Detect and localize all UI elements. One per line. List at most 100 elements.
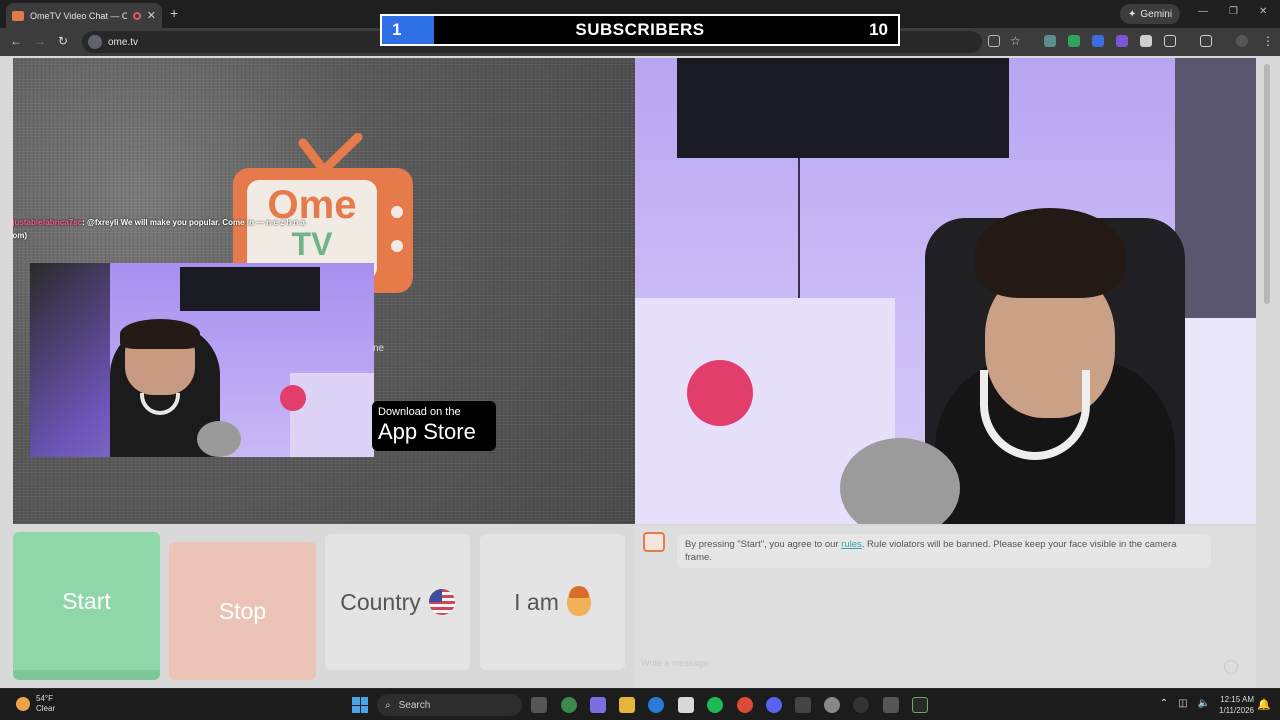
clock-time: 12:15 AM <box>1220 695 1254 704</box>
windows-taskbar: 54°F Clear ⌕ Search ⌃ ◫ 🔈 12:15 AM 1/11/… <box>0 688 1280 720</box>
app-icon[interactable] <box>883 697 899 713</box>
stream-chat-overlay: adjustablefabrica7sc: @fxreyli We will m… <box>13 216 323 242</box>
minimize-button[interactable]: — <box>1198 6 1208 17</box>
tab-close-button[interactable]: ✕ <box>147 9 156 22</box>
profile-avatar-icon[interactable] <box>1236 35 1248 47</box>
discord-icon[interactable] <box>766 697 782 713</box>
new-tab-button[interactable]: + <box>170 5 178 21</box>
stop-button[interactable]: Stop <box>169 542 316 680</box>
browser-tab[interactable]: OmeTV Video Chat — Ome ✕ <box>6 3 162 28</box>
rules-link[interactable]: rules <box>841 539 862 550</box>
side-panel-icon[interactable] <box>1200 35 1212 47</box>
capcut-icon[interactable] <box>795 697 811 713</box>
reload-icon[interactable]: ↻ <box>58 34 68 48</box>
own-camera-pane <box>635 58 1256 524</box>
subscriber-goal: 10 <box>869 20 888 39</box>
emoji-picker-icon[interactable] <box>1224 660 1238 674</box>
start-label: Start <box>62 587 111 614</box>
system-tray: ⌃ ◫ 🔈 <box>1160 698 1210 709</box>
pip-hair <box>120 319 200 349</box>
iam-label: I am <box>514 588 559 615</box>
notice-prefix: By pressing "Start", you agree to our <box>685 539 842 550</box>
tv-cable <box>798 158 800 308</box>
chevron-up-icon[interactable]: ⌃ <box>1160 698 1168 709</box>
message-input[interactable]: Write a message <box>641 658 1241 676</box>
tv-knob-icon <box>391 206 403 218</box>
edge-icon[interactable] <box>648 697 664 713</box>
window-close-button[interactable]: ✕ <box>1259 6 1267 17</box>
menu-kebab-icon[interactable]: ⋮ <box>1262 34 1274 48</box>
url-text: ome.tv <box>108 36 139 48</box>
site-info-icon[interactable] <box>88 35 102 49</box>
restore-button[interactable]: ❐ <box>1229 6 1238 17</box>
terminal-icon[interactable] <box>912 697 928 713</box>
gemini-button[interactable]: ✦ Gemini <box>1120 4 1181 24</box>
forward-arrow-icon[interactable]: → <box>34 34 46 48</box>
tv-knob-icon <box>391 240 403 252</box>
ometv-avatar-icon <box>643 532 665 552</box>
sparkle-icon: ✦ <box>1128 8 1137 20</box>
tv-antenna-icon <box>298 133 363 173</box>
temperature: 54°F <box>36 694 53 703</box>
copilot-icon[interactable] <box>590 697 606 713</box>
notification-bell-icon[interactable]: 🔔 <box>1257 698 1271 711</box>
app-store-badge[interactable]: Download on the App Store <box>372 401 496 451</box>
person-hair <box>975 208 1125 298</box>
country-selector[interactable]: Country <box>325 534 470 670</box>
chat-username: adjustablefabrica7sc <box>13 218 83 227</box>
extensions-puzzle-icon[interactable] <box>1164 35 1176 47</box>
extension-purple-icon[interactable] <box>1116 35 1128 47</box>
start-button[interactable]: Start <box>13 532 160 680</box>
scrollbar-thumb[interactable] <box>1264 64 1270 304</box>
network-icon[interactable]: ◫ <box>1178 698 1187 709</box>
search-icon: ⌕ <box>385 699 391 711</box>
appstore-small-text: Download on the <box>378 406 461 418</box>
person-emoji-icon <box>566 586 591 616</box>
extension-translate-icon[interactable] <box>1044 35 1056 47</box>
pink-ball <box>687 360 753 426</box>
pip-wall-tv <box>180 267 320 311</box>
partial-text: ne <box>373 343 385 354</box>
bookmark-star-icon[interactable]: ☆ <box>1010 34 1021 48</box>
clock-date: 1/11/2026 <box>1219 706 1254 715</box>
chat-panel: By pressing "Start", you agree to our ru… <box>635 526 1256 688</box>
streamer-webcam-pip <box>30 263 374 457</box>
speaker-icon[interactable]: 🔈 <box>1198 698 1210 709</box>
chat-controls: Start Stop Country I am <box>13 532 635 688</box>
gender-selector[interactable]: I am <box>480 534 625 670</box>
system-notice: By pressing "Start", you agree to our ru… <box>677 534 1211 568</box>
subscriber-goal-bar: 1 SUBSCRIBERS 10 <box>380 14 900 46</box>
page-scrollbar[interactable] <box>1256 56 1280 688</box>
spotify-icon[interactable] <box>707 697 723 713</box>
weather-condition: Clear <box>36 704 56 713</box>
file-explorer-icon[interactable] <box>619 697 635 713</box>
extension-blue-icon[interactable] <box>1092 35 1104 47</box>
extension-shield-icon[interactable] <box>1068 35 1080 47</box>
wall-tv <box>677 58 1009 158</box>
pip-microphone <box>197 421 241 457</box>
tv-favicon-icon <box>12 10 24 21</box>
stranger-video-pane: Ome TV adjustablefabrica7sc: @fxreyli We… <box>13 58 635 524</box>
ometv-page: Ome TV adjustablefabrica7sc: @fxreyli We… <box>0 56 1280 688</box>
extension-diamond-icon[interactable] <box>1140 35 1152 47</box>
windows-start-icon[interactable] <box>352 697 368 713</box>
recording-icon <box>132 11 141 20</box>
store-icon[interactable] <box>678 697 694 713</box>
stop-label: Stop <box>218 597 267 624</box>
xbox-icon[interactable] <box>561 697 577 713</box>
country-label: Country <box>340 588 421 615</box>
weather-widget[interactable]: 54°F Clear <box>16 694 55 714</box>
back-arrow-icon[interactable]: ← <box>10 34 22 48</box>
us-flag-icon <box>428 589 455 615</box>
task-view-icon[interactable] <box>531 697 547 713</box>
weather-sun-icon <box>16 697 30 711</box>
settings-icon[interactable] <box>824 697 840 713</box>
taskbar-search[interactable]: ⌕ Search <box>377 694 522 716</box>
subscriber-label: SUBSCRIBERS <box>575 20 705 39</box>
system-clock[interactable]: 12:15 AM 1/11/2026 <box>1219 694 1254 716</box>
gemini-label: Gemini <box>1140 8 1173 20</box>
obs-icon[interactable] <box>853 697 869 713</box>
search-label: Search <box>398 699 431 711</box>
cast-icon[interactable] <box>988 35 1000 47</box>
chrome-icon[interactable] <box>737 697 753 713</box>
